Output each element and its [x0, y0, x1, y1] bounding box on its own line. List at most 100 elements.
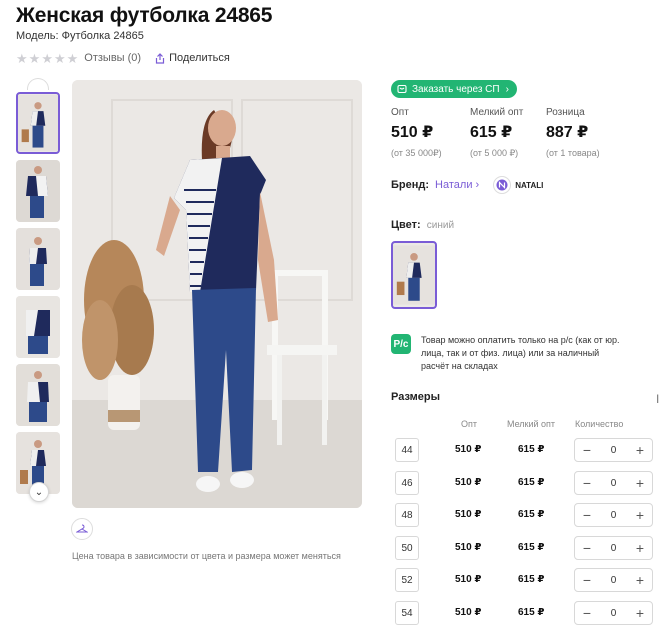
size-row: 52 510 ₽ 615 ₽ − 0 + [391, 568, 653, 594]
payment-note-text: Товар можно оплатить только на р/с (как … [421, 335, 620, 371]
chevron-right-icon: › [475, 179, 480, 191]
thumbnail-image [16, 296, 60, 358]
increment-button[interactable]: + [634, 476, 646, 490]
order-via-sp-button[interactable]: Заказать через СП › [391, 80, 517, 98]
product-model: Модель: Футболка 24865 [16, 30, 144, 42]
size-label: 54 [395, 601, 419, 625]
main-product-photo[interactable] [72, 80, 362, 508]
brand-label: Бренд: [391, 179, 430, 191]
size-price-small-opt: 615 ₽ [518, 607, 545, 618]
quantity-value[interactable]: 0 [611, 575, 617, 586]
thumbnail-image [16, 364, 60, 426]
thumbs-scroll-up-button[interactable] [27, 78, 49, 90]
share-button[interactable]: Поделиться [155, 52, 230, 64]
price-condition: (от 1 товара) [546, 148, 600, 158]
size-price-opt: 510 ₽ [455, 444, 482, 455]
increment-button[interactable]: + [634, 573, 646, 587]
col-header-qty: Количество [575, 419, 624, 429]
rating-row: ★ ★ ★ ★ ★ Отзывы (0) Поделиться [16, 51, 230, 65]
quantity-value[interactable]: 0 [611, 608, 617, 619]
size-row: 44 510 ₽ 615 ₽ − 0 + [391, 438, 653, 464]
size-price-opt: 510 ₽ [455, 607, 482, 618]
col-header-small-opt: Мелкий опт [507, 419, 556, 429]
size-guide-button[interactable] [71, 518, 93, 540]
size-row: 48 510 ₽ 615 ₽ − 0 + [391, 503, 653, 529]
natali-logo [496, 179, 508, 191]
share-label: Поделиться [169, 52, 230, 64]
quantity-stepper: − 0 + [574, 503, 653, 527]
reviews-link[interactable]: Отзывы (0) [84, 52, 141, 64]
color-swatch-image [393, 245, 435, 305]
price-wholesale: Опт 510 ₽ (от 35 000₽) [391, 107, 442, 159]
size-row: 46 510 ₽ 615 ₽ − 0 + [391, 471, 653, 497]
quantity-value[interactable]: 0 [611, 510, 617, 521]
size-label: 48 [395, 503, 419, 527]
price-label: Мелкий опт [470, 107, 524, 118]
thumbnail[interactable] [16, 228, 60, 290]
price-condition: (от 5 000 ₽) [470, 148, 519, 158]
size-label: 46 [395, 471, 419, 495]
thumbnail[interactable] [16, 364, 60, 426]
star-icon: ★ [53, 50, 66, 66]
color-row: Цвет: синий [391, 219, 454, 231]
quantity-stepper: − 0 + [574, 438, 653, 462]
bank-transfer-icon: Р/с [391, 334, 411, 354]
decrement-button[interactable]: − [581, 541, 593, 555]
size-price-small-opt: 615 ₽ [518, 477, 545, 488]
text-cursor-icon: I [656, 392, 660, 406]
increment-button[interactable]: + [634, 508, 646, 522]
size-price-small-opt: 615 ₽ [518, 574, 545, 585]
decrement-button[interactable]: − [581, 573, 593, 587]
quantity-value[interactable]: 0 [611, 478, 617, 489]
thumbnail[interactable] [16, 160, 60, 222]
brand-name: NATALI [515, 180, 544, 190]
rating-stars: ★ ★ ★ ★ ★ [16, 52, 78, 65]
decrement-button[interactable]: − [581, 476, 593, 490]
thumbs-scroll-down-button[interactable]: ⌄ [29, 482, 49, 502]
increment-button[interactable]: + [634, 606, 646, 620]
price-small-wholesale: Мелкий опт 615 ₽ (от 5 000 ₽) [470, 107, 523, 159]
quantity-value[interactable]: 0 [611, 445, 617, 456]
order-via-sp-label: Заказать через СП [412, 83, 500, 95]
color-label: Цвет: [391, 219, 421, 231]
product-image [72, 80, 362, 508]
thumbnail[interactable] [16, 296, 60, 358]
price-value: 615 ₽ [470, 124, 513, 141]
decrement-button[interactable]: − [581, 508, 593, 522]
thumbnail[interactable] [16, 92, 60, 154]
price-condition: (от 35 000₽) [391, 148, 442, 158]
size-price-small-opt: 615 ₽ [518, 444, 545, 455]
price-label: Опт [391, 107, 409, 118]
hanger-icon [76, 524, 88, 533]
thumbnail-image [16, 228, 60, 290]
size-price-small-opt: 615 ₽ [518, 509, 545, 520]
chevron-right-icon: › [505, 83, 509, 95]
price-retail: Розница 887 ₽ (от 1 товара) [546, 107, 600, 158]
size-price-opt: 510 ₽ [455, 574, 482, 585]
quantity-stepper: − 0 + [574, 568, 653, 592]
size-row: 54 510 ₽ 615 ₽ − 0 + [391, 601, 653, 627]
size-price-opt: 510 ₽ [455, 542, 482, 553]
price-label: Розница [546, 107, 585, 118]
col-header-opt: Опт [461, 419, 477, 429]
decrement-button[interactable]: − [581, 606, 593, 620]
color-swatch[interactable] [391, 241, 437, 309]
decrement-button[interactable]: − [581, 443, 593, 457]
brand-link[interactable]: Натали › [435, 179, 479, 191]
increment-button[interactable]: + [634, 443, 646, 457]
size-price-opt: 510 ₽ [455, 477, 482, 488]
price-change-note: Цена товара в зависимости от цвета и раз… [72, 551, 341, 561]
star-icon: ★ [66, 50, 79, 66]
size-label: 52 [395, 568, 419, 592]
quantity-value[interactable]: 0 [611, 543, 617, 554]
brand-row: Бренд: Натали › NATALI [391, 174, 543, 196]
share-icon [155, 52, 165, 64]
quantity-stepper: − 0 + [574, 536, 653, 560]
thumbnail-image [16, 160, 60, 222]
size-price-opt: 510 ₽ [455, 509, 482, 520]
quantity-stepper: − 0 + [574, 471, 653, 495]
sizes-title: Размеры [391, 391, 441, 403]
price-value: 887 ₽ [546, 124, 589, 141]
brand-logo-icon[interactable] [493, 176, 512, 194]
increment-button[interactable]: + [634, 541, 646, 555]
